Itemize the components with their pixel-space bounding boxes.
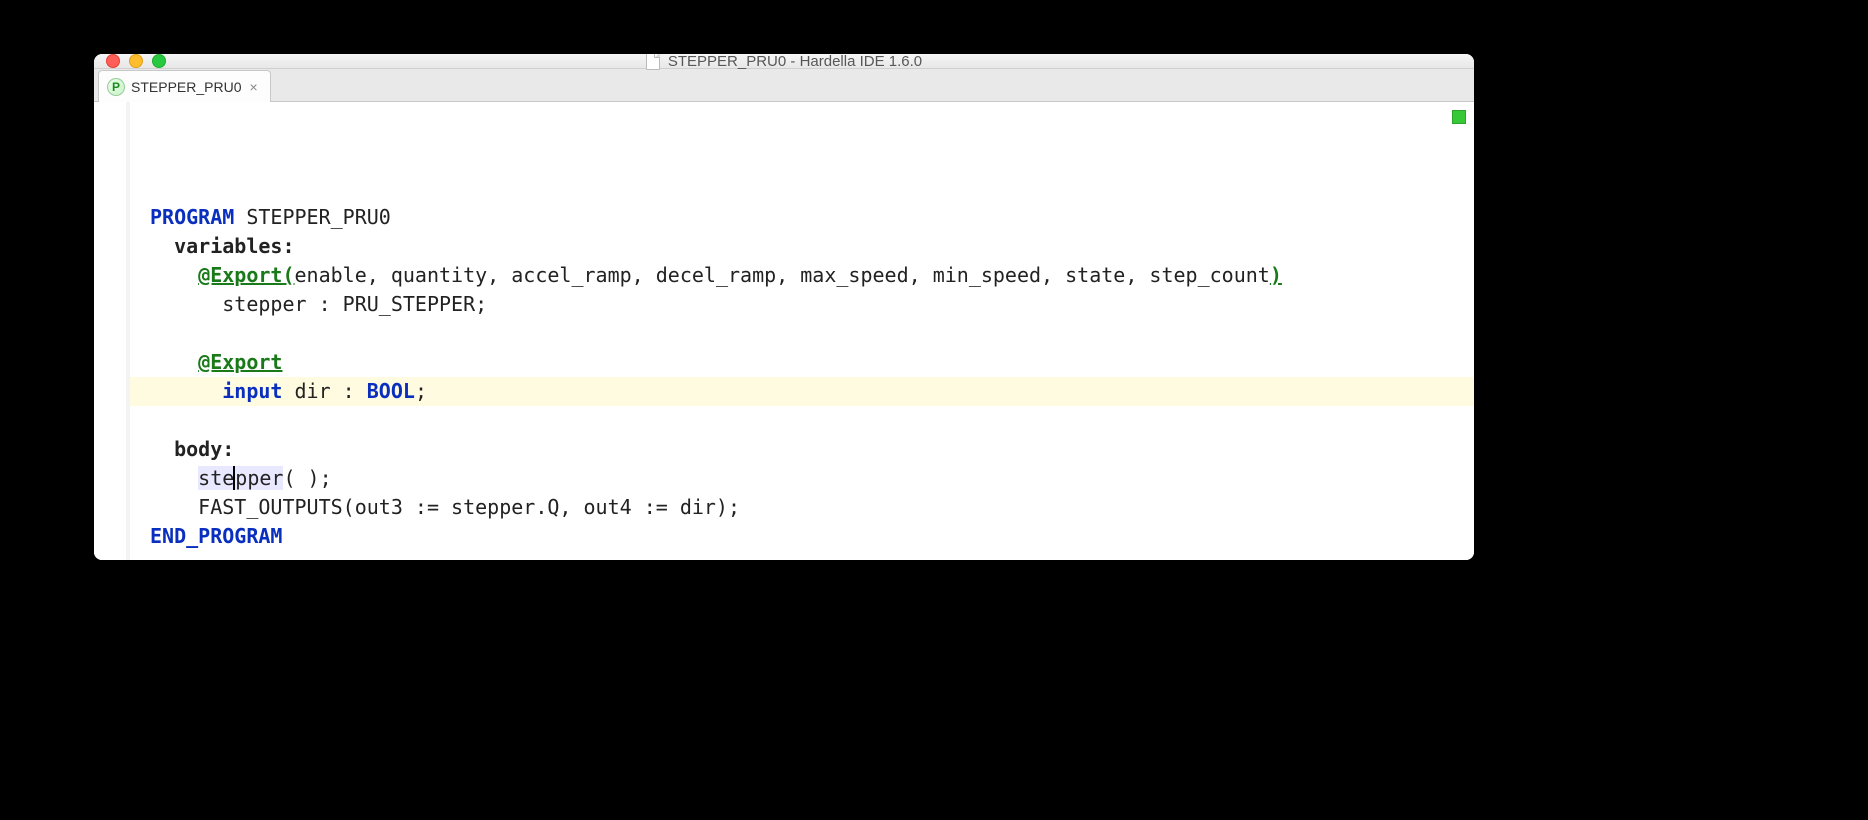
window-title-text: STEPPER_PRU0 - Hardella IDE 1.6.0 bbox=[668, 54, 922, 70]
annotation-export: @Export bbox=[198, 263, 282, 287]
tab-bar: P STEPPER_PRU0 × bbox=[94, 69, 1474, 102]
close-window-button[interactable] bbox=[106, 54, 120, 68]
fast-outputs-call: FAST_OUTPUTS(out3 := stepper.Q, out4 := … bbox=[198, 495, 740, 519]
keyword-end-program: END_PROGRAM bbox=[150, 524, 282, 548]
annotation-export-2: @Export bbox=[198, 350, 282, 374]
tab-label: STEPPER_PRU0 bbox=[131, 79, 241, 95]
export-paren-close: ) bbox=[1270, 263, 1282, 287]
call-tail: ( ); bbox=[283, 466, 331, 490]
minimize-window-button[interactable] bbox=[129, 54, 143, 68]
keyword-program: PROGRAM bbox=[150, 205, 234, 229]
code-area[interactable]: PROGRAM STEPPER_PRU0 variables: @Export(… bbox=[130, 102, 1474, 560]
zoom-window-button[interactable] bbox=[152, 54, 166, 68]
var-dir-name: dir : bbox=[282, 379, 366, 403]
keyword-body: body: bbox=[174, 437, 234, 461]
export-args: enable, quantity, accel_ramp, decel_ramp… bbox=[295, 263, 1270, 287]
type-bool: BOOL bbox=[367, 379, 415, 403]
status-indicator-icon bbox=[1452, 110, 1466, 124]
app-window: STEPPER_PRU0 - Hardella IDE 1.6.0 P STEP… bbox=[94, 54, 1474, 560]
titlebar: STEPPER_PRU0 - Hardella IDE 1.6.0 bbox=[94, 54, 1474, 69]
keyword-variables: variables: bbox=[174, 234, 294, 258]
program-icon: P bbox=[107, 78, 125, 96]
window-controls bbox=[94, 54, 166, 68]
export-paren-open: ( bbox=[282, 263, 294, 287]
keyword-input: input bbox=[222, 379, 282, 403]
program-name: STEPPER_PRU0 bbox=[234, 205, 391, 229]
file-icon bbox=[646, 54, 660, 70]
editor-tab-stepper-pru0[interactable]: P STEPPER_PRU0 × bbox=[98, 70, 271, 102]
semicolon: ; bbox=[415, 379, 427, 403]
window-title: STEPPER_PRU0 - Hardella IDE 1.6.0 bbox=[94, 54, 1474, 70]
selection-post: pper bbox=[235, 466, 283, 490]
selection-pre: ste bbox=[198, 466, 234, 490]
var-stepper-decl: stepper : PRU_STEPPER; bbox=[222, 292, 487, 316]
editor-gutter bbox=[94, 102, 130, 560]
close-tab-button[interactable]: × bbox=[247, 79, 259, 95]
editor[interactable]: PROGRAM STEPPER_PRU0 variables: @Export(… bbox=[94, 102, 1474, 560]
